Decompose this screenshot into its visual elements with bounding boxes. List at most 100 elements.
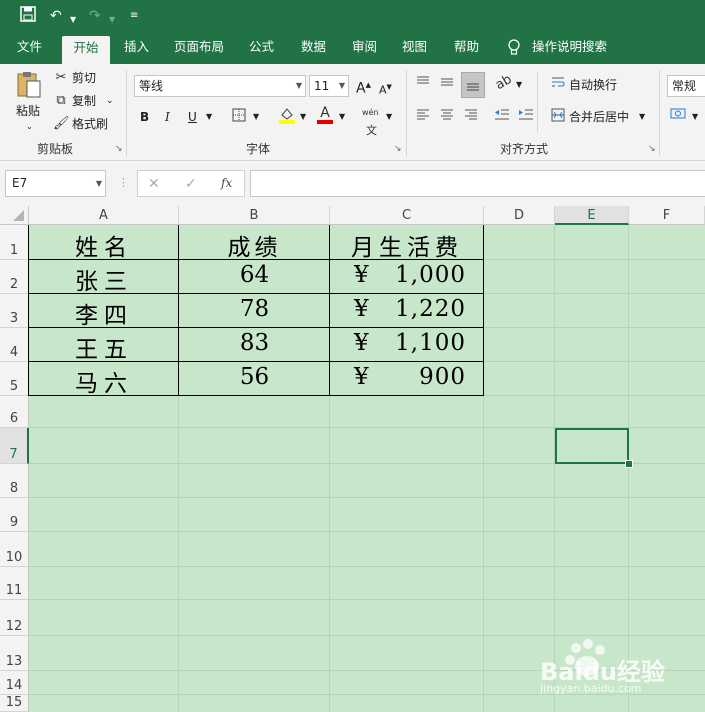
worksheet-grid[interactable]: ABCDEF 1 2 3 4 5 6 7 8 9 10 11 12 13 14 15 姓名 成绩 月生活费 张三 6… — [0, 206, 705, 712]
paste-dropdown-icon[interactable]: ⌄ — [26, 118, 33, 136]
fill-color-dropdown-icon[interactable]: ▼ — [300, 108, 306, 126]
cell-name: 马六 — [75, 371, 133, 397]
tell-me-search[interactable]: 操作说明搜索 — [532, 32, 607, 64]
row-header-3[interactable]: 3 — [0, 294, 29, 328]
tab-data[interactable]: 数据 — [301, 32, 326, 64]
tab-file[interactable]: 文件 — [17, 32, 42, 64]
copy-dropdown-icon[interactable]: ⌄ — [106, 92, 114, 110]
wrap-text-button[interactable]: 自动换行 — [569, 76, 617, 94]
underline-button[interactable]: U — [188, 108, 197, 126]
orientation-dropdown-icon[interactable]: ▼ — [516, 76, 522, 94]
paste-icon[interactable] — [14, 70, 44, 100]
shrink-font-button[interactable]: A▼ — [379, 78, 392, 100]
row-header-5[interactable]: 5 — [0, 362, 29, 396]
row-header-15[interactable]: 15 — [0, 695, 29, 712]
column-header-a[interactable]: A — [29, 206, 179, 225]
undo-icon[interactable]: ↶ — [50, 6, 62, 26]
name-box[interactable]: E7 ▼ — [5, 170, 106, 197]
orientation-icon[interactable]: ab — [492, 71, 517, 96]
merge-center-button[interactable]: 合并后居中 — [569, 108, 629, 126]
clipboard-launcher-icon[interactable]: ↘ — [115, 144, 123, 154]
merge-center-icon[interactable] — [550, 108, 566, 128]
cut-button[interactable]: 剪切 — [72, 69, 96, 87]
row-header-7[interactable]: 7 — [0, 428, 29, 464]
gridline — [29, 531, 705, 532]
phonetic-guide-icon[interactable]: wén 文 — [362, 104, 379, 141]
column-header-c[interactable]: C — [330, 206, 484, 225]
font-launcher-icon[interactable]: ↘ — [394, 144, 402, 154]
grow-font-button[interactable]: A▲ — [356, 76, 371, 98]
tab-view[interactable]: 视图 — [402, 32, 427, 64]
clipboard-group-label: 剪贴板 — [37, 142, 74, 156]
copy-icon[interactable]: ⧉ — [53, 92, 69, 110]
merge-dropdown-icon[interactable]: ▼ — [639, 108, 645, 126]
row-header-6[interactable]: 6 — [0, 396, 29, 428]
cell-name: 张三 — [75, 269, 133, 295]
row-header-13[interactable]: 13 — [0, 636, 29, 671]
underline-dropdown-icon[interactable]: ▼ — [206, 108, 212, 126]
scissors-icon[interactable]: ✂ — [53, 69, 69, 87]
format-painter-icon[interactable]: 🖌 — [53, 115, 70, 133]
customize-qat-icon[interactable]: ≡ — [130, 6, 138, 26]
undo-dropdown-icon[interactable]: ▼ — [70, 10, 76, 30]
row-header-1[interactable]: 1 — [0, 225, 29, 260]
italic-button[interactable]: I — [165, 108, 170, 126]
tab-home[interactable]: 开始 — [62, 36, 110, 64]
font-color-dropdown-icon[interactable]: ▼ — [339, 108, 345, 126]
alignment-launcher-icon[interactable]: ↘ — [648, 144, 656, 154]
decrease-indent-icon[interactable] — [493, 108, 511, 128]
row-header-4[interactable]: 4 — [0, 328, 29, 362]
lightbulb-icon[interactable] — [507, 32, 521, 64]
row-header-9[interactable]: 9 — [0, 498, 29, 532]
select-all-button[interactable] — [0, 206, 29, 225]
tab-insert[interactable]: 插入 — [124, 32, 149, 64]
borders-icon[interactable] — [230, 108, 248, 128]
font-color-icon[interactable]: A — [316, 106, 334, 124]
phonetic-dropdown-icon[interactable]: ▼ — [386, 108, 392, 126]
cell-name: 王五 — [75, 337, 133, 363]
currency-dropdown-icon[interactable]: ▼ — [692, 108, 698, 126]
column-header-f[interactable]: F — [629, 206, 705, 225]
fill-handle[interactable] — [625, 460, 633, 468]
insert-function-icon[interactable]: fx — [221, 174, 232, 192]
row-header-12[interactable]: 12 — [0, 600, 29, 636]
align-right-icon[interactable] — [462, 108, 480, 128]
save-icon[interactable] — [20, 6, 36, 28]
align-center-icon[interactable] — [438, 108, 456, 128]
row-header-2[interactable]: 2 — [0, 260, 29, 294]
font-name-select[interactable]: 等线 ▼ — [134, 75, 306, 97]
tab-formulas[interactable]: 公式 — [249, 32, 274, 64]
title-bar: ↶ ▼ ↷ ▼ ≡ — [0, 0, 705, 32]
selected-cell-e7[interactable] — [555, 428, 629, 464]
top-align-icon[interactable] — [414, 74, 432, 96]
row-header-14[interactable]: 14 — [0, 671, 29, 695]
tab-page-layout[interactable]: 页面布局 — [174, 32, 224, 64]
row-header-11[interactable]: 11 — [0, 567, 29, 600]
borders-dropdown-icon[interactable]: ▼ — [253, 108, 259, 126]
format-painter-button[interactable]: 格式刷 — [72, 115, 108, 133]
enter-icon: ✓ — [185, 176, 197, 192]
baidu-jingyan-watermark: Baidu经验 jingyan.baidu.com — [540, 632, 705, 695]
column-header-b[interactable]: B — [179, 206, 330, 225]
bottom-align-icon[interactable] — [461, 72, 485, 98]
column-header-d[interactable]: D — [484, 206, 555, 225]
increase-indent-icon[interactable] — [517, 108, 535, 128]
gridline — [29, 599, 705, 600]
row-header-10[interactable]: 10 — [0, 532, 29, 567]
cell-amount: 1,000 — [395, 262, 466, 288]
font-size-select[interactable]: 11 ▼ — [309, 75, 349, 97]
align-left-icon[interactable] — [414, 108, 432, 128]
tab-review[interactable]: 审阅 — [352, 32, 377, 64]
column-header-e[interactable]: E — [555, 206, 629, 225]
middle-align-icon[interactable] — [438, 74, 456, 96]
chevron-down-icon: ▼ — [95, 179, 102, 188]
formula-input[interactable] — [250, 170, 705, 197]
currency-format-icon[interactable] — [669, 107, 689, 127]
tab-help[interactable]: 帮助 — [454, 32, 479, 64]
fill-color-icon[interactable] — [278, 106, 296, 130]
bold-button[interactable]: B — [140, 108, 149, 126]
wrap-text-icon[interactable] — [550, 75, 566, 95]
row-header-8[interactable]: 8 — [0, 464, 29, 498]
number-format-select[interactable]: 常规 — [667, 75, 705, 97]
copy-button[interactable]: 复制 — [72, 92, 96, 110]
